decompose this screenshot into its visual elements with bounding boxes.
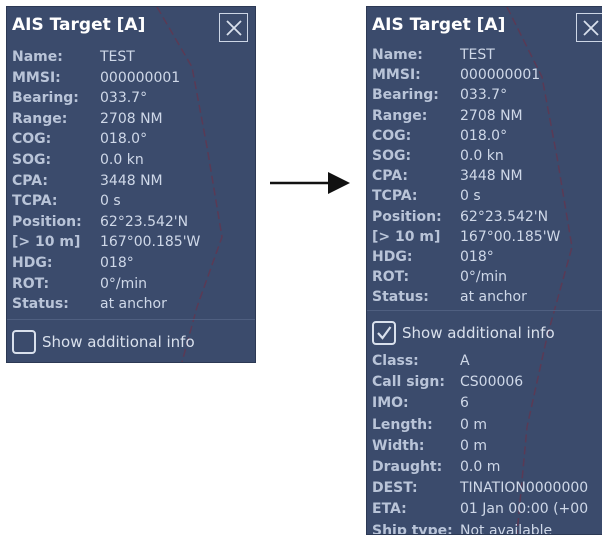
checkbox-checked[interactable] (372, 321, 396, 345)
arrow-right-icon (270, 172, 350, 194)
field-value: 0.0 m (460, 459, 501, 475)
field-value: at anchor (460, 289, 527, 306)
field-label: SOG: (12, 152, 52, 168)
field-value: 018° (460, 249, 494, 265)
field-value: 0 s (100, 193, 121, 210)
field-label: Bearing: (372, 87, 439, 104)
field-value: 0 m (460, 416, 487, 433)
field-value: 018.0° (100, 131, 148, 148)
field-label: Length: (372, 416, 433, 433)
field-value: at anchor (100, 296, 167, 313)
ais-target-panel-expanded: AIS Target [A] Name: TEST MMSI: 000000001 Be… (366, 6, 602, 535)
field-value: 62°23.542'N (460, 208, 549, 225)
field-value: A (460, 353, 470, 369)
field-label: Position: (372, 208, 442, 225)
field-label: HDG: (372, 249, 413, 265)
field-value: 0.0 kn (100, 152, 144, 168)
field-value: CS00006 (460, 374, 524, 391)
field-label: Name: (12, 49, 63, 65)
field-label: Range: (372, 107, 428, 124)
field-label: Bearing: (12, 90, 79, 107)
field-value: 018.0° (460, 127, 508, 144)
field-label: ETA: (372, 501, 407, 518)
field-value: 000000001 (100, 69, 181, 86)
field-label: MMSI: (12, 69, 61, 86)
close-icon (582, 19, 599, 36)
field-label: Width: (372, 437, 425, 454)
field-label: ROT: (372, 269, 410, 286)
field-value: 3448 NM (460, 168, 523, 185)
field-label: Status: (372, 289, 429, 306)
field-value: 033.7° (460, 87, 508, 104)
field-label: SOG: (372, 148, 412, 164)
show-additional-info-toggle[interactable]: Show additional info (12, 327, 195, 357)
field-value: 0 s (460, 188, 481, 205)
divider (7, 319, 255, 320)
field-label: Call sign: (372, 374, 445, 391)
field-label: Position: (12, 213, 82, 230)
checkmark-icon (377, 326, 392, 340)
show-additional-info-toggle[interactable]: Show additional info (372, 318, 555, 348)
field-label: ROT: (12, 275, 50, 292)
field-label: CPA: (372, 168, 408, 185)
field-value: TINATION0000000 (460, 480, 589, 497)
field-value: 167°00.185'W (100, 234, 201, 251)
field-value: TEST (460, 47, 495, 63)
panel-titlebar: AIS Target [A] (7, 7, 255, 49)
show-additional-info-label: Show additional info (42, 333, 195, 351)
field-value: 2708 NM (460, 107, 523, 124)
checkbox-unchecked[interactable] (12, 330, 36, 354)
ais-target-panel-collapsed: AIS Target [A] Name: TEST MMSI: 000000001 Be… (6, 6, 256, 363)
field-value: TEST (100, 49, 135, 65)
close-button[interactable] (576, 13, 602, 42)
field-label: [> 10 m] (372, 228, 441, 245)
field-label: Status: (12, 296, 69, 313)
field-label: HDG: (12, 255, 53, 271)
field-label: Range: (12, 110, 68, 127)
field-value: 3448 NM (100, 172, 163, 189)
field-value: 2708 NM (100, 110, 163, 127)
field-label: TCPA: (372, 188, 418, 205)
field-value: 6 (460, 395, 469, 412)
field-label: CPA: (12, 172, 48, 189)
close-button[interactable] (219, 13, 248, 42)
divider (367, 310, 602, 311)
field-value: 0 m (460, 437, 487, 454)
field-label: COG: (372, 127, 412, 144)
field-value: 018° (100, 255, 134, 271)
panel-title: AIS Target [A] (372, 15, 506, 35)
field-value: 167°00.185'W (460, 228, 561, 245)
field-label: [> 10 m] (12, 234, 81, 251)
field-value: 0°/min (460, 269, 508, 286)
field-value: 01 Jan 00:00 (+00 (460, 501, 589, 518)
field-value: 033.7° (100, 90, 148, 107)
panel-titlebar: AIS Target [A] (367, 7, 602, 49)
field-label: Draught: (372, 459, 443, 475)
field-label: MMSI: (372, 67, 421, 84)
field-value: 62°23.542'N (100, 213, 189, 230)
field-label: IMO: (372, 395, 409, 412)
field-value: 000000001 (460, 67, 541, 84)
field-label: TCPA: (12, 193, 58, 210)
show-additional-info-label: Show additional info (402, 324, 555, 342)
field-label: COG: (12, 131, 52, 148)
panel-title: AIS Target [A] (12, 15, 146, 35)
field-label: DEST: (372, 480, 418, 497)
field-value: 0.0 kn (460, 148, 504, 164)
field-label: Name: (372, 47, 423, 63)
field-value: 0°/min (100, 275, 148, 292)
close-icon (225, 19, 242, 36)
field-label: Class: (372, 353, 419, 369)
